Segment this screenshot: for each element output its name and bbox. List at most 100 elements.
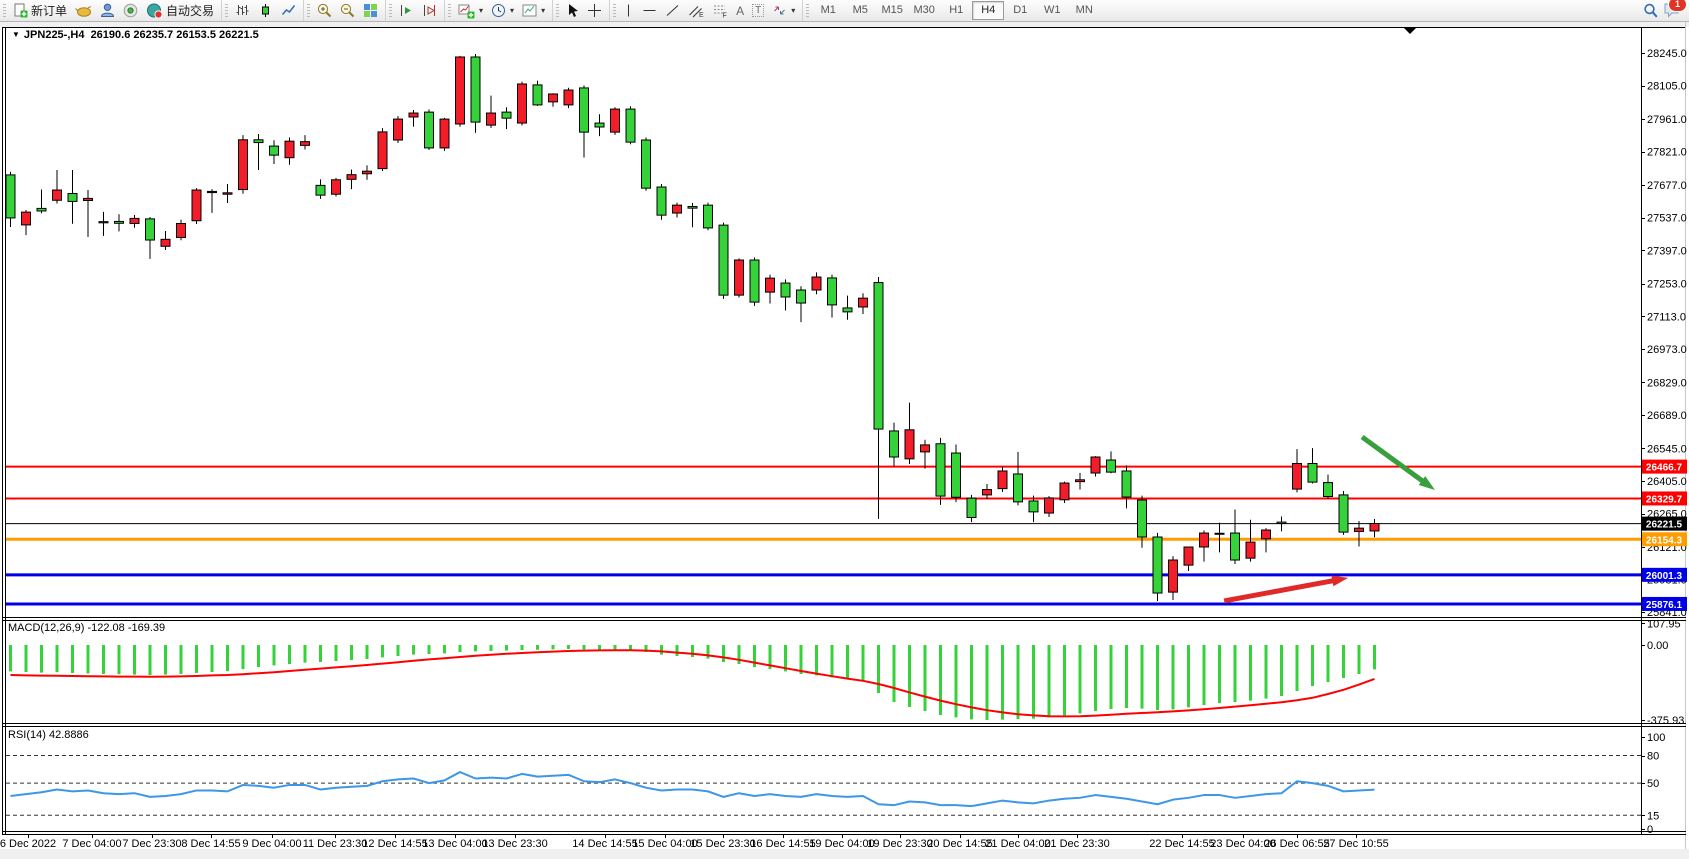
zoom-out-button[interactable]: [336, 0, 359, 21]
toolbar-group-scroll: [385, 0, 444, 21]
svg-text:15: 15: [1647, 810, 1659, 822]
svg-text:26405.0: 26405.0: [1647, 476, 1687, 488]
trendline-icon: [665, 3, 680, 18]
horizontal-line-button[interactable]: [638, 0, 661, 21]
notifications-button[interactable]: 1: [1663, 1, 1681, 21]
rsi-indicator-label: RSI(14) 42.8886: [8, 729, 89, 741]
price-badge: 26154.3: [1642, 532, 1687, 546]
price-badge: 26001.3: [1642, 568, 1687, 582]
svg-text:E: E: [699, 12, 704, 18]
svg-text:21 Dec 23:30: 21 Dec 23:30: [1044, 838, 1109, 850]
market-button[interactable]: [71, 0, 96, 21]
svg-text:9 Dec 04:00: 9 Dec 04:00: [242, 838, 301, 850]
chart-shift-button[interactable]: [418, 0, 441, 21]
timeframe-button-MN[interactable]: MN: [1068, 1, 1100, 20]
timeframe-button-H1[interactable]: H1: [940, 1, 972, 20]
periods-button[interactable]: ▾: [487, 0, 518, 21]
svg-text:F: F: [723, 13, 727, 19]
rsi-pane[interactable]: 1008050150: [6, 732, 1665, 836]
crosshair-button[interactable]: [583, 0, 606, 21]
vertical-line-button[interactable]: [619, 0, 638, 21]
templates-button[interactable]: ▾: [518, 0, 549, 21]
svg-text:7 Dec 23:30: 7 Dec 23:30: [122, 838, 181, 850]
timeframe-button-D1[interactable]: D1: [1004, 1, 1036, 20]
chart-shift-icon: [422, 3, 437, 18]
toolbar-group-indicators: ▾ ▾ ▾: [444, 0, 552, 21]
chart-end-marker-icon: [1404, 28, 1416, 34]
autotrade-icon: [146, 3, 163, 19]
fibonacci-button[interactable]: F: [708, 0, 732, 21]
indicators-button[interactable]: ▾: [454, 0, 487, 21]
svg-text:26329.7: 26329.7: [1646, 494, 1683, 505]
price-level-lines[interactable]: [6, 467, 1641, 604]
signal-button[interactable]: [119, 0, 142, 21]
svg-text:20 Dec 14:55: 20 Dec 14:55: [927, 838, 992, 850]
new-order-button[interactable]: 新订单: [9, 0, 71, 21]
equidistant-channel-icon: E: [688, 3, 704, 18]
bar-chart-icon: [235, 3, 250, 18]
search-icon: [1643, 3, 1659, 19]
text-label-icon: T: [752, 4, 764, 17]
svg-text:7 Dec 04:00: 7 Dec 04:00: [62, 838, 121, 850]
timeframe-button-W1[interactable]: W1: [1036, 1, 1068, 20]
svg-text:26221.5: 26221.5: [1646, 520, 1683, 531]
svg-text:26973.0: 26973.0: [1647, 344, 1687, 356]
svg-text:27537.0: 27537.0: [1647, 213, 1687, 225]
tile-windows-button[interactable]: [359, 0, 382, 21]
support-bounce-arrow-annotation[interactable]: [1224, 575, 1348, 601]
svg-text:107.95: 107.95: [1647, 618, 1681, 630]
timeframe-button-M30[interactable]: M30: [908, 1, 940, 20]
svg-text:26466.7: 26466.7: [1646, 463, 1683, 474]
svg-text:14 Dec 14:55: 14 Dec 14:55: [572, 838, 637, 850]
arrows-button[interactable]: ▾: [768, 0, 799, 21]
price-badge: 26466.7: [1642, 460, 1687, 474]
channel-button[interactable]: E: [684, 0, 708, 21]
zoom-in-button[interactable]: [313, 0, 336, 21]
chevron-down-icon: ▾: [510, 6, 514, 15]
profile-button[interactable]: [96, 0, 119, 21]
svg-text:11 Dec 23:30: 11 Dec 23:30: [303, 838, 368, 850]
trendline-button[interactable]: [661, 0, 684, 21]
svg-text:6 Dec 2022: 6 Dec 2022: [0, 838, 56, 850]
svg-text:0.00: 0.00: [1647, 640, 1668, 652]
candlesticks: [6, 54, 1379, 601]
cursor-button[interactable]: [562, 0, 583, 21]
text-button[interactable]: A: [732, 0, 748, 21]
search-button[interactable]: [1639, 0, 1663, 21]
timeframe-button-H4[interactable]: H4: [972, 1, 1004, 20]
candlestick-chart-button[interactable]: [254, 0, 277, 21]
autotrade-button[interactable]: 自动交易: [142, 0, 218, 21]
symbol-dropdown-icon[interactable]: ▼: [12, 30, 20, 39]
svg-text:27821.0: 27821.0: [1647, 147, 1687, 159]
auto-scroll-button[interactable]: [395, 0, 418, 21]
price-axis[interactable]: 28245.028105.027961.027821.027677.027537…: [1641, 48, 1687, 619]
svg-text:27113.0: 27113.0: [1647, 311, 1686, 323]
svg-text:28245.0: 28245.0: [1647, 48, 1687, 60]
down-trend-arrow-annotation[interactable]: [1362, 437, 1435, 490]
bar-chart-button[interactable]: [231, 0, 254, 21]
toolbar-group-chart-type: [221, 0, 303, 21]
text-label-button[interactable]: T: [748, 0, 768, 21]
svg-text:19 Dec 04:00: 19 Dec 04:00: [809, 838, 874, 850]
svg-text:80: 80: [1647, 751, 1659, 763]
toolbar-group-trade: 新订单 自动交易: [0, 0, 221, 21]
zoom-in-icon: [317, 3, 332, 18]
timeframe-button-M15[interactable]: M15: [876, 1, 908, 20]
svg-text:27677.0: 27677.0: [1647, 180, 1687, 192]
line-chart-icon: [281, 3, 296, 18]
svg-text:26 Dec 06:55: 26 Dec 06:55: [1264, 838, 1329, 850]
svg-text:50: 50: [1647, 778, 1659, 790]
price-chart[interactable]: 28245.028105.027961.027821.027677.027537…: [0, 0, 1689, 859]
svg-text:15 Dec 23:30: 15 Dec 23:30: [690, 838, 755, 850]
text-a-icon: A: [736, 4, 744, 18]
macd-pane[interactable]: 107.950.00-375.93: [9, 618, 1684, 727]
timeframe-button-M5[interactable]: M5: [844, 1, 876, 20]
time-axis[interactable]: 6 Dec 20227 Dec 04:007 Dec 23:308 Dec 14…: [0, 834, 1389, 850]
new-order-label: 新订单: [31, 2, 67, 19]
chevron-down-icon: ▾: [791, 6, 795, 15]
lamp-icon: [75, 3, 92, 18]
svg-text:13 Dec 04:00: 13 Dec 04:00: [422, 838, 487, 850]
vertical-line-icon: [623, 3, 634, 18]
timeframe-button-M1[interactable]: M1: [812, 1, 844, 20]
line-chart-button[interactable]: [277, 0, 300, 21]
